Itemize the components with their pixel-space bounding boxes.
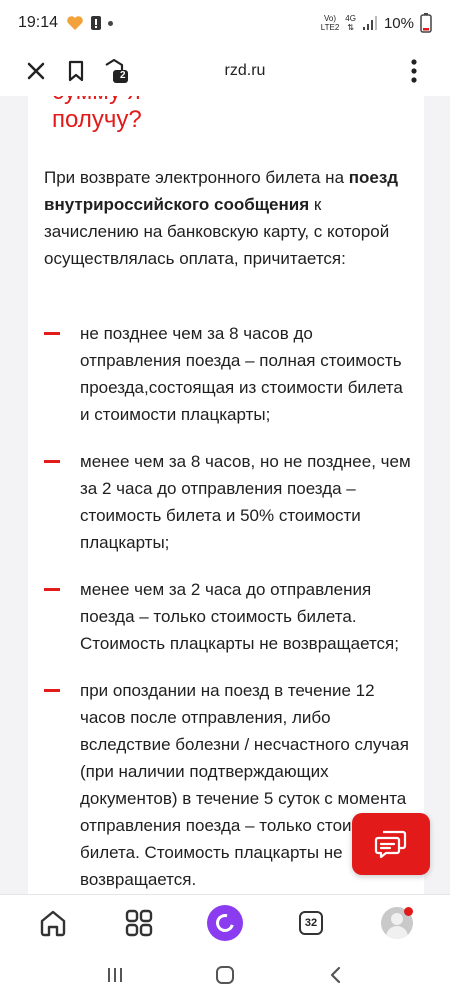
more-notifications-dot xyxy=(108,20,114,26)
system-home-icon xyxy=(216,966,234,984)
intro-text-1: При возврате электронного билета на xyxy=(44,168,349,187)
list-item-text: менее чем за 8 часов, но не позднее, чем… xyxy=(80,452,411,552)
alert-icon xyxy=(91,16,102,30)
system-home-button[interactable] xyxy=(205,955,245,995)
refund-conditions-list: не позднее чем за 8 часов до отправления… xyxy=(44,320,414,894)
back-chevron-icon xyxy=(330,966,341,984)
browser-bottom-nav: 32 xyxy=(0,894,450,950)
status-bar: 19:14 Vo) LTE2 4G ⇅ 10% xyxy=(0,0,450,46)
back-button[interactable] xyxy=(315,955,355,995)
services-button[interactable] xyxy=(115,899,163,947)
volte-label: Vo) xyxy=(324,14,337,23)
bookmark-icon xyxy=(68,60,84,82)
home-button[interactable] xyxy=(29,899,77,947)
bookmark-button[interactable] xyxy=(56,51,96,91)
intro-paragraph: При возврате электронного билета на поез… xyxy=(44,164,414,272)
alice-icon xyxy=(207,904,243,941)
alice-ring xyxy=(212,910,238,935)
profile-button[interactable] xyxy=(373,899,421,947)
dash-bullet-icon xyxy=(44,588,60,591)
close-icon xyxy=(27,62,45,80)
section-heading: получу? xyxy=(52,106,142,133)
chat-icon xyxy=(374,830,407,859)
lte-label: LTE2 xyxy=(320,23,340,32)
dash-bullet-icon xyxy=(44,460,60,463)
network-type-label: 4G xyxy=(345,14,356,23)
alice-assistant-button[interactable] xyxy=(201,899,249,947)
section-heading-card: сумму я получу? xyxy=(28,96,424,160)
chat-support-button[interactable] xyxy=(352,813,430,875)
heart-check-icon xyxy=(67,16,83,30)
close-tab-button[interactable] xyxy=(16,51,56,91)
list-item: менее чем за 8 часов, но не позднее, чем… xyxy=(44,448,414,556)
tabs-badge: 2 xyxy=(120,70,126,81)
status-right: Vo) LTE2 4G ⇅ 10% xyxy=(321,13,432,33)
section-heading-clipped: сумму я xyxy=(52,96,141,106)
battery-percent: 10% xyxy=(383,14,414,32)
grid-icon xyxy=(125,909,153,936)
refund-info-card: При возврате электронного билета на поез… xyxy=(28,160,424,894)
list-item: менее чем за 2 часа до отправления поезд… xyxy=(44,576,414,657)
url-field[interactable]: rzd.ru xyxy=(136,62,354,80)
status-notification-icons xyxy=(66,15,114,31)
dash-bullet-icon xyxy=(44,332,60,335)
recent-apps-icon xyxy=(108,968,122,982)
avatar-body xyxy=(386,925,408,939)
data-arrows-icon: ⇅ xyxy=(347,23,354,32)
avatar-head xyxy=(391,912,403,925)
page-content: сумму я получу? При возврате электронног… xyxy=(0,96,450,894)
list-item-text: не позднее чем за 8 часов до отправления… xyxy=(80,324,403,424)
volte-indicator: Vo) LTE2 xyxy=(321,14,340,32)
status-time: 19:14 xyxy=(18,14,59,31)
system-navigation-bar xyxy=(0,950,450,1000)
battery-icon xyxy=(420,13,432,33)
protect-tabs-button[interactable]: 2 xyxy=(96,51,136,91)
more-vertical-icon xyxy=(411,59,417,83)
network-type-indicator: 4G ⇅ xyxy=(345,14,356,32)
list-item: не позднее чем за 8 часов до отправления… xyxy=(44,320,414,428)
signal-icon xyxy=(362,16,377,30)
recent-apps-button[interactable] xyxy=(95,955,135,995)
browser-toolbar: 2 rzd.ru xyxy=(0,46,450,96)
notification-dot xyxy=(404,906,413,916)
dash-bullet-icon xyxy=(44,689,60,692)
tabs-count-icon: 32 xyxy=(299,910,323,935)
list-item-text: менее чем за 2 часа до отправления поезд… xyxy=(80,580,399,653)
menu-button[interactable] xyxy=(394,51,434,91)
tabs-button[interactable]: 32 xyxy=(287,899,335,947)
home-icon xyxy=(40,910,66,936)
